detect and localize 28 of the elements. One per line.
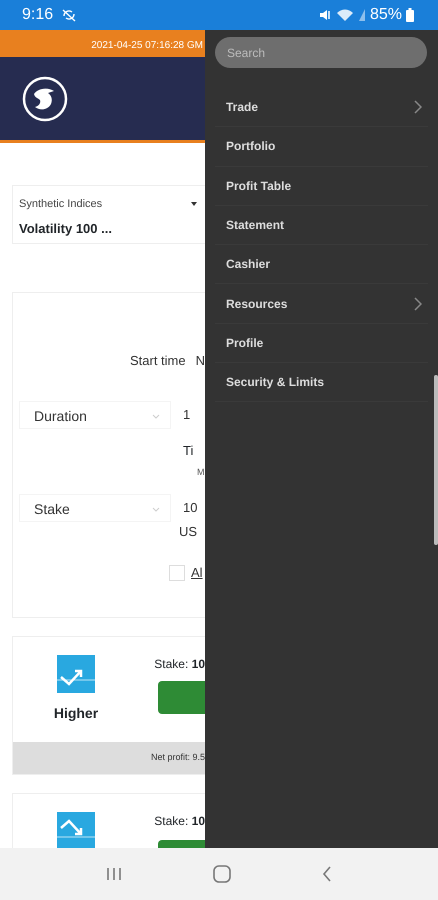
market-category: Synthetic Indices: [19, 197, 102, 212]
currency-label: US: [179, 524, 198, 538]
contract-name: Higher: [54, 704, 98, 723]
menu-item[interactable]: Trade: [215, 88, 428, 128]
start-time-field[interactable]: N: [192, 351, 205, 370]
input-field[interactable]: 1: [179, 404, 190, 424]
checkbox-label[interactable]: Al: [191, 563, 203, 582]
stake-text: Stake: 10: [154, 812, 205, 830]
duration-hint: Mi: [197, 467, 205, 477]
clock-bar: 2021-04-25 07:16:28 GM: [0, 30, 205, 57]
menu-item[interactable]: Portfolio: [215, 127, 428, 167]
duration-unit-field[interactable]: Ti: [183, 442, 194, 458]
menu-item[interactable]: Profit Table: [215, 166, 428, 206]
menu-item[interactable]: Security & Limits: [215, 363, 428, 402]
menu-item[interactable]: Profile: [215, 324, 428, 364]
net-profit-bar: Net profit: 9.5: [13, 742, 205, 774]
menu-item[interactable]: Resources: [215, 284, 428, 324]
menu-item[interactable]: Statement: [215, 206, 428, 246]
select-field[interactable]: Stake: [19, 494, 171, 522]
stake-text: Stake: 10: [154, 656, 205, 673]
select-field[interactable]: Duration: [19, 400, 171, 428]
input-field[interactable]: 10: [179, 498, 198, 518]
search-field[interactable]: Search: [215, 37, 427, 68]
menu-item[interactable]: Cashier: [215, 245, 428, 284]
start-time-label: Start time: [130, 352, 186, 370]
battery-percent: 85%: [370, 5, 402, 25]
status-time: 9:16: [22, 5, 54, 25]
market-name: Volatility 100 ...: [19, 220, 113, 238]
